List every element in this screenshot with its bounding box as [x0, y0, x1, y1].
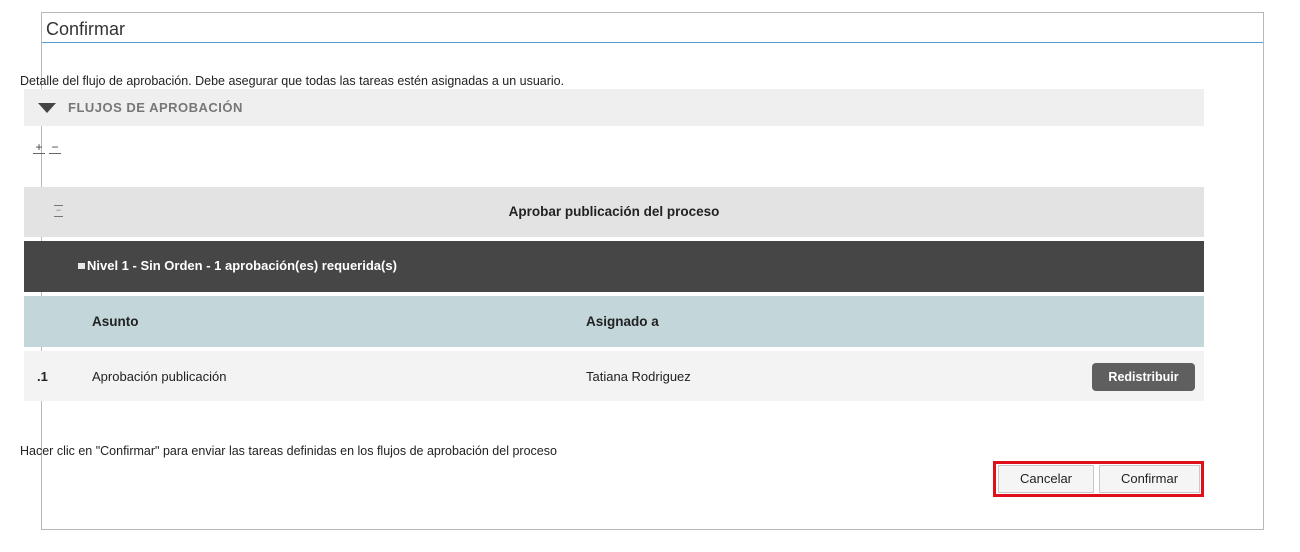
- column-header-asignado: Asignado a: [586, 314, 659, 329]
- approval-flow-description: Detalle del flujo de aprobación. Debe as…: [20, 74, 565, 88]
- task-subject: Aprobación publicación: [92, 369, 227, 384]
- expand-collapse-tools: + −: [33, 140, 65, 154]
- collapse-level-icon[interactable]: [78, 263, 85, 269]
- task-index: .1: [37, 369, 48, 384]
- tasks-table-header: Asunto Asignado a: [24, 296, 1204, 347]
- confirm-instructions: Hacer clic en "Confirmar" para enviar la…: [20, 444, 557, 458]
- process-flow-title: Aprobar publicación del proceso: [508, 204, 720, 219]
- redistribute-button[interactable]: Redistribuir: [1092, 363, 1195, 391]
- approval-flows-section-header[interactable]: FLUJOS DE APROBACIÓN: [24, 89, 1204, 126]
- process-flow-row: − Aprobar publicación del proceso: [24, 187, 1204, 237]
- cancel-button[interactable]: Cancelar: [998, 465, 1094, 493]
- approval-level-label: Nivel 1 - Sin Orden - 1 aprobación(es) r…: [87, 258, 397, 273]
- collapse-all-icon[interactable]: −: [49, 141, 61, 154]
- dialog-title: Confirmar: [46, 19, 126, 39]
- table-row: .1 Aprobación publicación Tatiana Rodrig…: [24, 351, 1204, 401]
- caret-down-icon[interactable]: [38, 103, 56, 113]
- expand-all-icon[interactable]: +: [33, 141, 45, 154]
- column-header-asunto: Asunto: [92, 314, 139, 329]
- task-assignee: Tatiana Rodriguez: [586, 369, 691, 384]
- confirm-button[interactable]: Confirmar: [1099, 465, 1200, 493]
- approval-level-row: Nivel 1 - Sin Orden - 1 aprobación(es) r…: [24, 241, 1204, 292]
- title-divider: [42, 42, 1263, 43]
- approval-flows-section-label: FLUJOS DE APROBACIÓN: [68, 100, 243, 115]
